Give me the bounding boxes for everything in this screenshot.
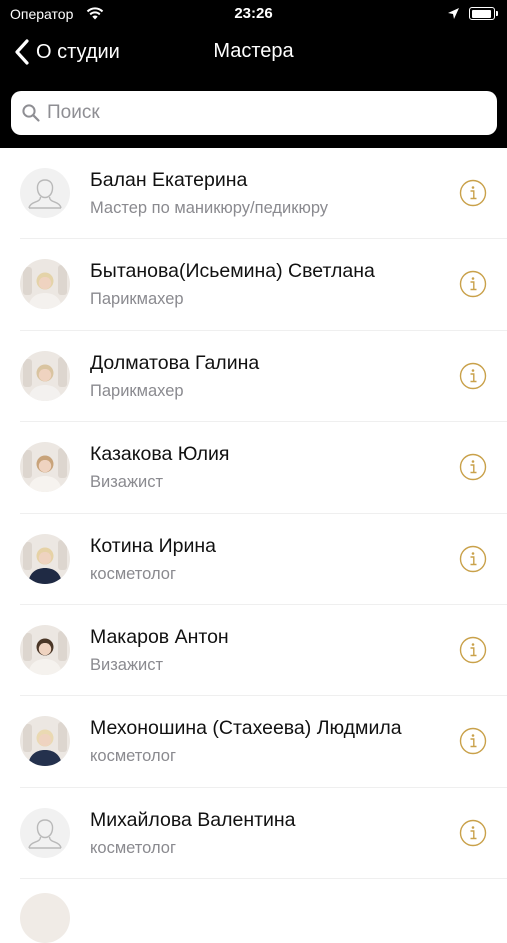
avatar	[20, 716, 70, 767]
search-bar[interactable]	[11, 91, 497, 135]
master-row[interactable]: Бытанова(Исьемина) Светлана Парикмахер	[0, 239, 507, 332]
master-row[interactable]: Балан Екатерина Мастер по маникюру/педикю…	[0, 148, 507, 240]
master-role: косметолог	[90, 838, 176, 857]
masters-list: Балан Екатерина Мастер по маникюру/педикю…	[0, 148, 507, 880]
master-row[interactable]: Макаров Антон Визажист	[0, 605, 507, 697]
master-name: Котина Ирина	[90, 534, 216, 557]
master-name: Михайлова Валентина	[90, 808, 296, 831]
battery-icon	[469, 7, 498, 20]
avatar	[20, 442, 70, 493]
master-role: косметолог	[90, 747, 176, 766]
master-role: Парикмахер	[90, 290, 184, 309]
info-icon[interactable]	[459, 636, 487, 664]
master-role: Парикмахер	[90, 381, 184, 400]
info-icon[interactable]	[459, 179, 487, 207]
master-role: Мастер по маникюру/педикюру	[90, 199, 329, 217]
master-row[interactable]: Котина Ирина косметолог	[0, 514, 507, 606]
master-name: Долматова Галина	[90, 351, 260, 374]
search-input[interactable]	[47, 102, 467, 124]
info-icon[interactable]	[459, 545, 487, 573]
info-icon[interactable]	[459, 819, 487, 847]
search-icon	[22, 104, 40, 122]
partial-avatar	[20, 893, 70, 943]
info-icon[interactable]	[459, 453, 487, 481]
location-arrow-icon	[448, 8, 459, 19]
master-name: Мехоношина (Стахеева) Людмила	[90, 717, 402, 740]
page-title: Мастера	[213, 40, 294, 62]
master-name: Макаров Антон	[90, 625, 229, 648]
battery-fill	[471, 9, 492, 18]
master-role: косметолог	[90, 564, 176, 583]
master-row[interactable]: Михайлова Валентина косметолог	[0, 788, 507, 880]
avatar	[20, 807, 70, 858]
info-icon[interactable]	[459, 727, 487, 755]
avatar	[20, 259, 70, 310]
master-row[interactable]: Долматова Галина Парикмахер	[0, 331, 507, 423]
status-time: 23:26	[234, 5, 273, 22]
master-row[interactable]: Казакова Юлия Визажист	[0, 422, 507, 514]
avatar	[20, 168, 70, 218]
avatar	[20, 350, 70, 401]
master-name: Бытанова(Исьемина) Светлана	[90, 260, 375, 283]
master-role: Визажист	[90, 655, 164, 674]
master-name: Балан Екатерина	[90, 169, 248, 191]
master-name: Казакова Юлия	[90, 443, 230, 466]
info-icon[interactable]	[459, 270, 487, 298]
master-role: Визажист	[90, 473, 164, 492]
master-row[interactable]: Мехоношина (Стахеева) Людмила косметолог	[0, 696, 507, 789]
navigation-header: Оператор 23:26 О студии Мастера	[0, 0, 507, 148]
status-bar: Оператор 23:26	[0, 0, 507, 30]
info-icon[interactable]	[459, 362, 487, 390]
avatar	[20, 533, 70, 584]
avatar	[20, 624, 70, 675]
